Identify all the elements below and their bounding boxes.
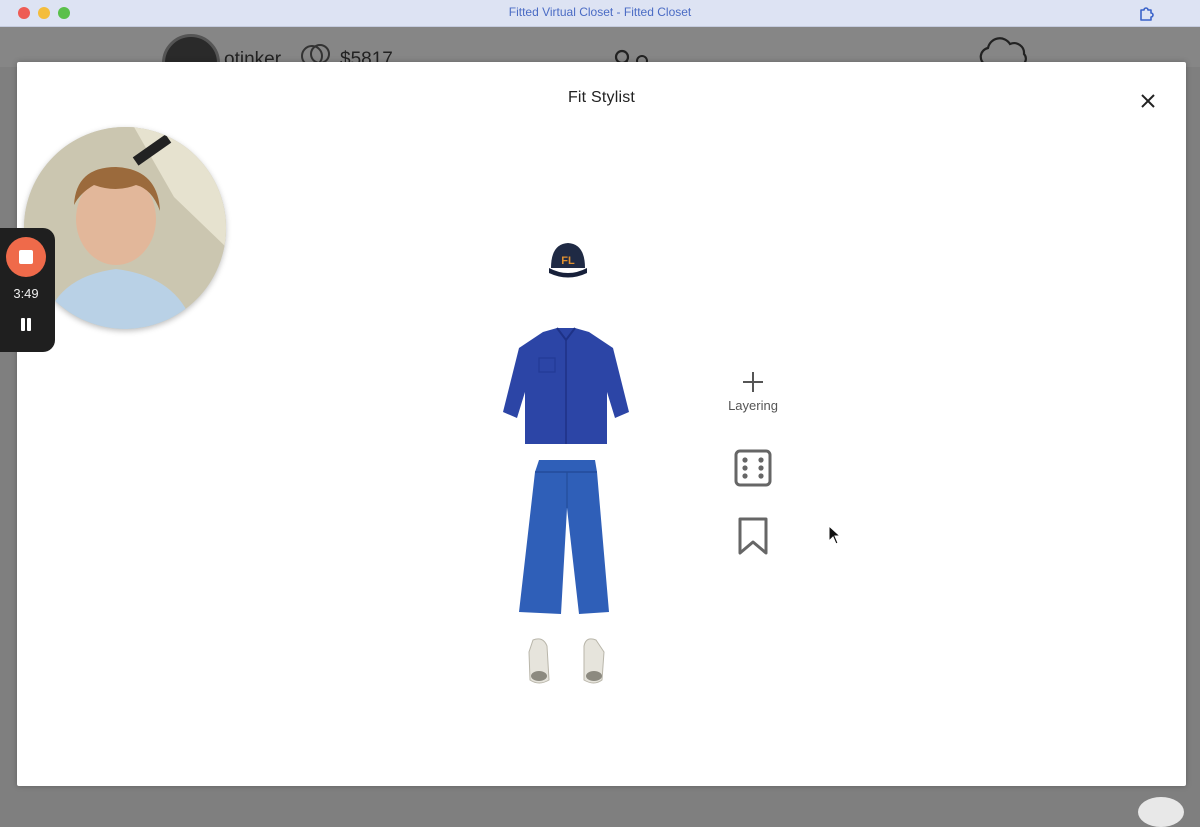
outfit-shoe-right[interactable] (580, 636, 606, 686)
extension-icon[interactable] (1138, 4, 1156, 22)
window-title: Fitted Virtual Closet - Fitted Closet (508, 5, 692, 19)
pause-icon[interactable] (16, 316, 36, 334)
dice-icon[interactable] (733, 448, 773, 488)
outfit-shirt[interactable] (501, 326, 631, 448)
outfit-shoe-left[interactable] (527, 636, 551, 686)
outfit-cap[interactable]: FL (547, 238, 589, 282)
bookmark-icon[interactable] (735, 516, 771, 556)
layering-label: Layering (728, 398, 778, 413)
mouse-cursor-icon (828, 525, 842, 545)
corner-widget[interactable] (1138, 797, 1184, 827)
close-icon[interactable] (1138, 91, 1158, 111)
add-layering-button[interactable]: Layering (723, 370, 783, 428)
window-titlebar: Fitted Virtual Closet - Fitted Closet (0, 0, 1200, 27)
cap-logo-text: FL (561, 255, 575, 267)
plus-icon (743, 372, 763, 392)
outfit-pants[interactable] (517, 458, 613, 616)
stop-recording-button[interactable] (6, 237, 46, 277)
modal-title: Fit Stylist (567, 89, 636, 106)
recorder-controls: 3:49 (0, 228, 55, 352)
recording-timer: 3:49 (13, 286, 39, 301)
background-page-header: otinker $5817 (0, 27, 1200, 92)
